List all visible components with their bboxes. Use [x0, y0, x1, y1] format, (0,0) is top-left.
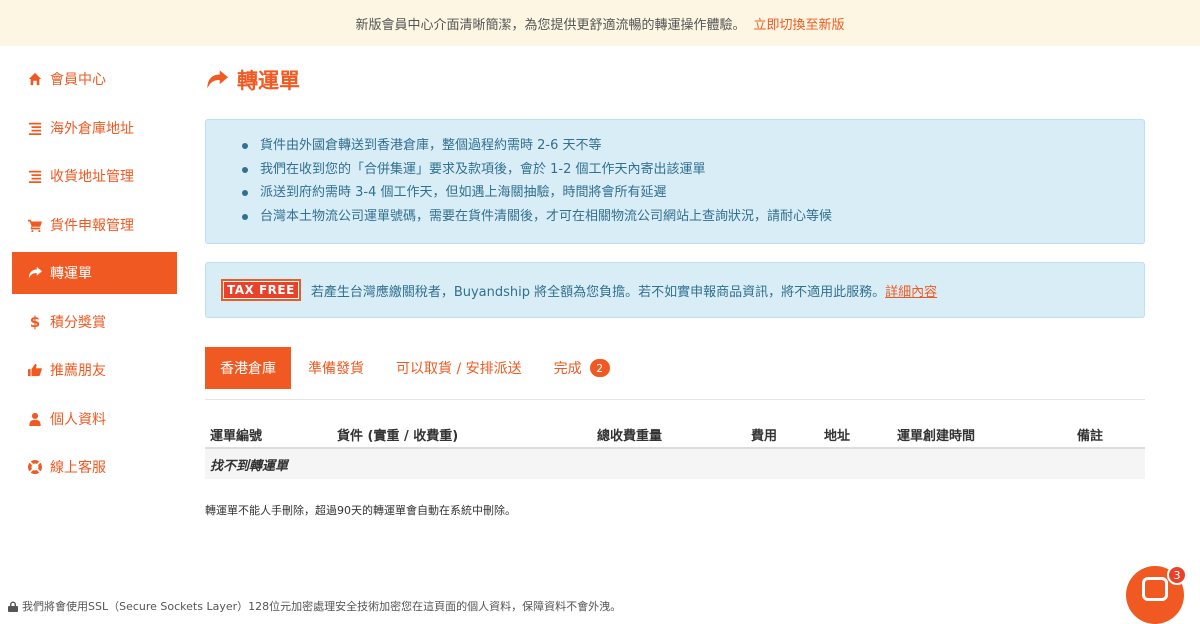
- sidebar-item-label: 收貨地址管理: [50, 169, 134, 185]
- tab-ready-for-pickup[interactable]: 可以取貨 / 安排派送: [381, 347, 537, 389]
- sidebar-item-declaration-management[interactable]: 貨件申報管理: [12, 204, 177, 246]
- sidebar-item-shipments[interactable]: 轉運單: [12, 252, 177, 294]
- user-icon: [28, 412, 42, 426]
- info-item: 台灣本土物流公司運單號碼，需要在貨件清關後，才可在相關物流公司網站上查詢狀況，請…: [242, 205, 1144, 229]
- sidebar-item-label: 積分獎賞: [50, 314, 106, 331]
- tab-label: 香港倉庫: [220, 361, 276, 377]
- list-icon: [28, 121, 42, 135]
- share-arrow-icon: [207, 70, 228, 89]
- chat-icon: [1142, 577, 1168, 601]
- sidebar-item-label: 轉運單: [50, 266, 92, 282]
- sidebar-item-profile[interactable]: 個人資料: [12, 398, 177, 440]
- sidebar: 會員中心 海外倉庫地址 收貨地址管理 貨件申報管理 轉運單 $ 積分獎賞 推薦朋…: [12, 58, 177, 495]
- info-item: 我們在收到您的「合併集運」要求及款項後，會於 1-2 個工作天內寄出該運單: [242, 158, 1144, 182]
- home-icon: [28, 72, 42, 86]
- shipments-table: 運單編號 貨件 (實重 / 收費重) 總收費重量 費用 地址 運單創建時間 備註…: [205, 422, 1145, 479]
- table-header: 運單編號 貨件 (實重 / 收費重) 總收費重量 費用 地址 運單創建時間 備註: [205, 422, 1145, 449]
- thumbs-up-icon: [28, 363, 42, 377]
- column-header: 運單編號: [210, 429, 263, 444]
- ssl-notice-text: 我們將會使用SSL（Secure Sockets Layer）128位元加密處理…: [22, 600, 622, 613]
- share-arrow-icon: [28, 266, 42, 280]
- tax-free-notice: TAX FREE 若產生台灣應繳關稅者，Buyandship 將全額為您負擔。若…: [205, 262, 1145, 318]
- dollar-icon: $: [29, 312, 41, 331]
- page-title-text: 轉運單: [237, 69, 300, 93]
- count-badge: 2: [589, 359, 610, 377]
- column-header: 貨件 (實重 / 收費重): [337, 429, 459, 444]
- sidebar-item-refer-friends[interactable]: 推薦朋友: [12, 349, 177, 391]
- sidebar-item-label: 海外倉庫地址: [50, 120, 134, 137]
- tab-preparing[interactable]: 準備發貨: [293, 347, 379, 389]
- tax-free-badge: TAX FREE: [221, 279, 301, 301]
- tax-detail-link[interactable]: 詳細內容: [885, 281, 937, 300]
- tax-free-message: 若產生台灣應繳關稅者，Buyandship 將全額為您負擔。若不如實申報商品資訊…: [310, 284, 886, 300]
- shipment-tabs: 香港倉庫 準備發貨 可以取貨 / 安排派送 完成 2: [205, 347, 1145, 400]
- cart-icon: [28, 218, 42, 232]
- chat-unread-badge: 3: [1167, 565, 1187, 585]
- switch-new-version-link[interactable]: 立即切換至新版: [754, 14, 845, 33]
- sidebar-item-address-management[interactable]: 收貨地址管理: [12, 155, 177, 197]
- tab-label: 準備發貨: [308, 361, 364, 377]
- tab-completed[interactable]: 完成 2: [539, 347, 625, 389]
- sidebar-item-member-center[interactable]: 會員中心: [12, 58, 177, 100]
- sidebar-item-online-support[interactable]: 線上客服: [12, 446, 177, 488]
- sidebar-item-label: 會員中心: [50, 72, 106, 88]
- sidebar-item-label: 推薦朋友: [50, 363, 106, 379]
- column-header: 總收費重量: [597, 429, 663, 444]
- sidebar-item-label: 貨件申報管理: [50, 217, 134, 234]
- ssl-notice: 我們將會使用SSL（Secure Sockets Layer）128位元加密處理…: [8, 598, 621, 614]
- deletion-note: 轉運單不能人手刪除，超過90天的轉運單會自動在系統中刪除。: [205, 504, 516, 517]
- sidebar-item-label: 線上客服: [50, 460, 106, 476]
- column-header: 地址: [824, 429, 851, 444]
- column-header: 費用: [751, 429, 778, 444]
- empty-table-row: 找不到轉運單: [205, 449, 1145, 479]
- banner-message: 新版會員中心介面清晰簡潔，為您提供更舒適流暢的轉運操作體驗。: [355, 17, 746, 33]
- info-list: 貨件由外國倉轉送到香港倉庫，整個過程約需時 2-6 天不等 我們在收到您的「合併…: [242, 134, 1144, 228]
- main-content: 轉運單 貨件由外國倉轉送到香港倉庫，整個過程約需時 2-6 天不等 我們在收到您…: [205, 60, 1145, 517]
- column-header: 運單創建時間: [897, 429, 976, 444]
- sidebar-item-overseas-warehouse[interactable]: 海外倉庫地址: [12, 107, 177, 149]
- info-box: 貨件由外國倉轉送到香港倉庫，整個過程約需時 2-6 天不等 我們在收到您的「合併…: [205, 119, 1145, 244]
- tab-hk-warehouse[interactable]: 香港倉庫: [205, 347, 291, 389]
- page-title: 轉運單: [205, 60, 1145, 100]
- tab-label: 完成: [553, 361, 582, 377]
- list-icon: [28, 169, 42, 183]
- sidebar-item-rewards[interactable]: $ 積分獎賞: [12, 301, 177, 343]
- column-header: 備註: [1077, 429, 1104, 444]
- info-item: 貨件由外國倉轉送到香港倉庫，整個過程約需時 2-6 天不等: [242, 134, 1144, 158]
- sidebar-item-label: 個人資料: [50, 411, 106, 428]
- top-banner: 新版會員中心介面清晰簡潔，為您提供更舒適流暢的轉運操作體驗。 立即切換至新版: [0, 0, 1200, 46]
- lock-icon: [8, 601, 18, 612]
- tab-label: 可以取貨 / 安排派送: [396, 361, 522, 377]
- lifebuoy-icon: [28, 460, 42, 474]
- info-item: 派送到府約需時 3-4 個工作天，但如遇上海關抽驗，時間將會所有延遲: [242, 181, 1144, 205]
